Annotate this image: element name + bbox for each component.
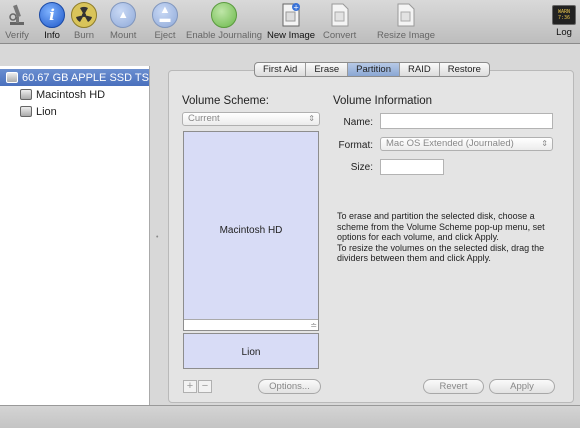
- mount-button[interactable]: ▲ Mount: [110, 2, 136, 41]
- resize-handle-icon: •: [156, 234, 159, 241]
- console-icon: WARN 7:36: [552, 5, 576, 25]
- hard-disk-icon: [6, 72, 18, 83]
- new-image-icon: +: [278, 2, 304, 28]
- eject-icon: ▲ ▬: [152, 2, 178, 28]
- info-icon: i: [39, 2, 65, 28]
- radiation-icon: [71, 2, 97, 28]
- size-label: Size:: [350, 162, 373, 173]
- toolbar: Verify i Info Burn ▲ Mount ▲ ▬ Eject Enab…: [0, 0, 580, 44]
- enable-journaling-button[interactable]: Enable Journaling: [186, 2, 262, 41]
- format-label: Format:: [338, 140, 373, 151]
- convert-button[interactable]: Convert: [323, 2, 356, 41]
- remove-partition-button[interactable]: −: [198, 380, 212, 393]
- resize-image-icon: [393, 2, 419, 28]
- name-field[interactable]: [380, 113, 553, 129]
- sidebar: 60.67 GB APPLE SSD TS0... Macintosh HD L…: [0, 66, 150, 405]
- options-button[interactable]: Options...: [258, 379, 321, 394]
- tab-erase[interactable]: Erase: [306, 63, 349, 76]
- sidebar-item-disk[interactable]: 60.67 GB APPLE SSD TS0...: [0, 69, 149, 86]
- journaling-icon: [211, 2, 238, 28]
- revert-button[interactable]: Revert: [423, 379, 484, 394]
- svg-text:+: +: [293, 4, 299, 12]
- verify-button[interactable]: Verify: [4, 2, 30, 41]
- tab-partition[interactable]: Partition: [348, 63, 400, 76]
- volume-scheme-title: Volume Scheme:: [182, 95, 269, 107]
- volume-free-space: [184, 319, 318, 330]
- tab-bar: First Aid Erase Partition RAID Restore: [254, 62, 490, 77]
- resize-grip-icon[interactable]: ≐: [310, 322, 317, 330]
- partition-instructions: To erase and partition the selected disk…: [337, 211, 545, 263]
- new-image-button[interactable]: + New Image: [267, 2, 315, 41]
- apply-button[interactable]: Apply: [489, 379, 555, 394]
- eject-button[interactable]: ▲ ▬ Eject: [152, 2, 178, 41]
- name-label: Name:: [343, 117, 373, 128]
- updown-arrows-icon: ⇕: [541, 139, 548, 148]
- log-button[interactable]: WARN 7:36 Log: [552, 2, 576, 38]
- mount-icon: ▲: [110, 2, 137, 28]
- sidebar-divider-handle[interactable]: •: [150, 66, 168, 405]
- microscope-icon: [4, 2, 30, 28]
- volume-information-title: Volume Information: [333, 95, 433, 107]
- volume-scheme-select[interactable]: Current ⇕: [182, 112, 320, 126]
- tab-raid[interactable]: RAID: [400, 63, 440, 76]
- info-button[interactable]: i Info: [39, 2, 65, 41]
- convert-icon: [327, 2, 353, 28]
- volume-icon: [20, 106, 32, 117]
- status-bar: [0, 405, 580, 428]
- tab-first-aid[interactable]: First Aid: [255, 63, 307, 76]
- size-field[interactable]: [380, 159, 444, 175]
- sidebar-item-macintosh-hd[interactable]: Macintosh HD: [0, 86, 149, 103]
- burn-button[interactable]: Burn: [71, 2, 97, 41]
- format-select[interactable]: Mac OS Extended (Journaled) ⇕: [380, 137, 553, 151]
- add-partition-button[interactable]: +: [183, 380, 197, 393]
- resize-image-button[interactable]: Resize Image: [377, 2, 435, 41]
- tab-restore[interactable]: Restore: [440, 63, 489, 76]
- sidebar-item-lion[interactable]: Lion: [0, 103, 149, 120]
- updown-arrows-icon: ⇕: [308, 114, 315, 123]
- volume-block-lion[interactable]: Lion: [183, 333, 319, 369]
- volume-block-macintosh-hd[interactable]: Macintosh HD ≐: [183, 131, 319, 331]
- volume-icon: [20, 89, 32, 100]
